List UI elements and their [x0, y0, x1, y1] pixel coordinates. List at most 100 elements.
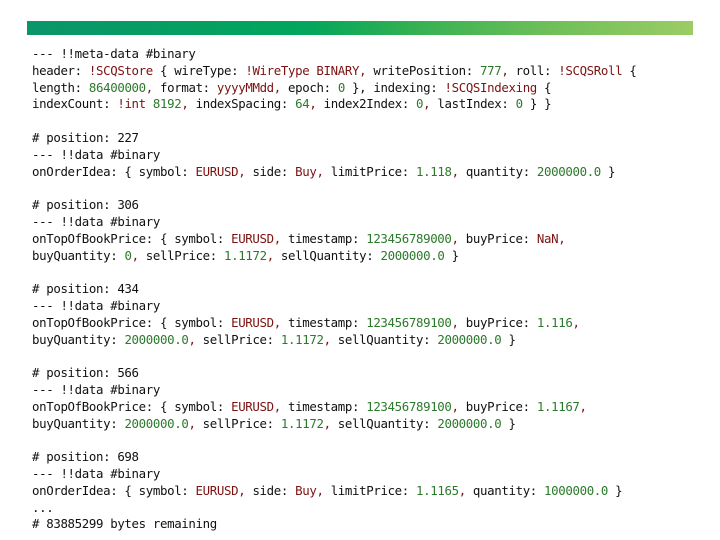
code-key: limitPrice: [323, 163, 417, 179]
code-line: onOrderIdea: { symbol: EURUSD, side: Buy… [32, 164, 712, 181]
code-line: ... [32, 500, 712, 517]
code-key: # position: 306 [32, 197, 139, 213]
code-key: onOrderIdea: { symbol: [32, 163, 196, 179]
code-number: 86400000 [88, 79, 146, 95]
code-key: indexCount: [32, 96, 118, 112]
code-string: Buy [295, 163, 317, 179]
code-key: } [600, 163, 616, 179]
code-string: Buy [295, 482, 317, 498]
code-line: --- !!data #binary [32, 147, 712, 164]
code-line: # 83885299 bytes remaining [32, 516, 712, 533]
code-line: onTopOfBookPrice: { symbol: EURUSD, time… [32, 399, 712, 416]
code-number: 2000000.0 [437, 331, 502, 347]
code-punctuation: , [309, 96, 317, 112]
code-key: onOrderIdea: { symbol: [32, 482, 196, 498]
code-number: 1.118 [416, 163, 452, 179]
code-line: onTopOfBookPrice: { symbol: EURUSD, time… [32, 231, 712, 248]
code-key: --- !!data #binary [32, 146, 160, 162]
code-line: onTopOfBookPrice: { symbol: EURUSD, time… [32, 315, 712, 332]
code-key: --- !!data #binary [32, 213, 160, 229]
code-line: indexCount: !int 8192, indexSpacing: 64,… [32, 96, 712, 113]
code-key: --- !!data #binary [32, 465, 160, 481]
code-number: 1.1172 [224, 247, 267, 263]
code-line: header: !SCQStore { wireType: !WireType … [32, 63, 712, 80]
code-line: buyQuantity: 2000000.0, sellPrice: 1.117… [32, 332, 712, 349]
code-key: limitPrice: [323, 482, 417, 498]
code-line: --- !!data #binary [32, 382, 712, 399]
code-key: lastIndex: [430, 96, 516, 112]
code-punctuation: , [458, 482, 466, 498]
code-key: { wireType: [152, 62, 246, 78]
code-key: onTopOfBookPrice: { symbol: [32, 398, 232, 414]
code-number: 123456789000 [366, 230, 452, 246]
code-key: # position: 566 [32, 365, 139, 381]
code-line: onOrderIdea: { symbol: EURUSD, side: Buy… [32, 483, 712, 500]
code-line: buyQuantity: 2000000.0, sellPrice: 1.117… [32, 416, 712, 433]
code-string: yyyyMMdd [216, 79, 274, 95]
code-punctuation: , [273, 314, 281, 330]
code-key: writePosition: [366, 62, 480, 78]
code-key: sellQuantity: [273, 247, 381, 263]
code-line: # position: 434 [32, 281, 712, 298]
code-key: sellQuantity: [330, 331, 438, 347]
code-string: !SCQStore [88, 62, 153, 78]
code-key: epoch: [280, 79, 338, 95]
code-punctuation: , [451, 230, 459, 246]
code-key: sellPrice: [138, 247, 225, 263]
code-key: quantity: [465, 482, 545, 498]
code-line: # position: 566 [32, 365, 712, 382]
header-gradient-bar [27, 21, 693, 35]
code-punctuation: , [266, 247, 274, 263]
code-key: roll: [508, 62, 559, 78]
code-number: 8192 [152, 96, 182, 112]
code-punctuation: , [273, 230, 281, 246]
code-key: onTopOfBookPrice: { symbol: [32, 230, 232, 246]
code-punctuation: , [188, 415, 196, 431]
code-key [146, 96, 153, 111]
code-key: } [608, 482, 623, 498]
code-number: 0 [124, 247, 132, 263]
code-key: index2Index: [316, 96, 417, 112]
code-key: quantity: [458, 163, 537, 179]
code-number: 2000000.0 [124, 415, 189, 431]
code-key: ... [32, 499, 54, 515]
code-key: }, indexing: [344, 79, 445, 95]
code-punctuation: , [273, 79, 281, 95]
code-line: # position: 227 [32, 130, 712, 147]
code-string: !SCQSIndexing [444, 79, 537, 95]
code-key: length: [32, 79, 89, 95]
code-punctuation: , [323, 331, 331, 347]
code-punctuation: , [145, 79, 153, 95]
code-key: buyQuantity: [32, 331, 125, 347]
code-number: 2000000.0 [536, 163, 601, 179]
code-number: 1.1165 [416, 482, 459, 498]
code-punctuation: , [316, 163, 324, 179]
code-key: buyPrice: [458, 230, 537, 246]
code-line: --- !!data #binary [32, 298, 712, 315]
code-line: --- !!data #binary [32, 466, 712, 483]
code-key: } [501, 415, 516, 431]
code-punctuation: , [451, 398, 459, 414]
code-key: { [536, 79, 552, 95]
code-string: EURUSD [231, 230, 274, 246]
code-number: 0 [515, 96, 523, 112]
code-punctuation: , [558, 230, 566, 246]
code-key: --- !!data #binary [32, 381, 160, 397]
code-key: # position: 698 [32, 449, 139, 465]
code-number: 123456789100 [366, 398, 452, 414]
code-punctuation: , [323, 415, 331, 431]
code-key: { [622, 62, 637, 78]
code-number: 0 [337, 79, 345, 95]
code-line: # position: 306 [32, 197, 712, 214]
code-number: 123456789100 [366, 314, 452, 330]
code-key: } [444, 247, 459, 263]
code-punctuation: , [451, 163, 459, 179]
code-key: timestamp: [280, 230, 367, 246]
code-string: EURUSD [231, 398, 274, 414]
code-key: --- !!data #binary [32, 297, 160, 313]
